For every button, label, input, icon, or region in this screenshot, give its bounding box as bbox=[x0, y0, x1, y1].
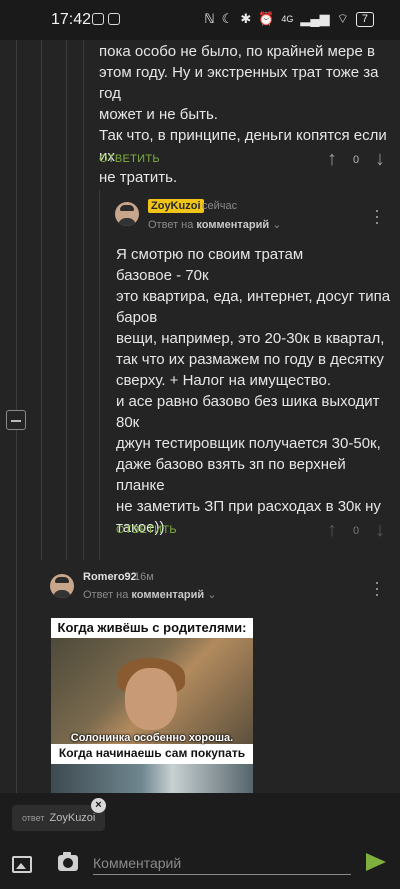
image-icon[interactable] bbox=[12, 856, 32, 873]
comment-line: этом году. Ну и экстренных трат тоже за … bbox=[99, 64, 379, 102]
notification-icon bbox=[108, 13, 120, 25]
comment-line: может и не быть. bbox=[99, 106, 218, 123]
meme-figure-face bbox=[125, 668, 177, 730]
chevron-down-icon: ⌄ bbox=[272, 219, 282, 231]
send-icon[interactable] bbox=[366, 853, 386, 871]
close-icon[interactable]: × bbox=[91, 798, 106, 813]
meme-caption: Когда живёшь с родителями: bbox=[57, 620, 247, 635]
comment-line: сверху. + Налог на имущество. bbox=[116, 372, 332, 389]
notification-icons bbox=[92, 13, 120, 25]
comment-time: сейчас bbox=[202, 200, 238, 212]
wifi-icon: ⌔ bbox=[336, 11, 349, 26]
vote-controls: ↑ 0 ↓ bbox=[321, 148, 391, 171]
reply-button[interactable]: ОТВЕТИТЬ bbox=[99, 153, 160, 165]
nfc-icon: ℕ bbox=[204, 11, 215, 26]
battery-icon: 7 bbox=[355, 11, 374, 27]
comment-line: и асе равно базово без шика выходит bbox=[116, 393, 380, 410]
comment-line: это квартира, еда, интернет, досуг типа bbox=[116, 288, 391, 305]
collapse-thread-button[interactable] bbox=[6, 410, 26, 430]
vote-count: 0 bbox=[352, 153, 360, 166]
alarm-icon: ⏰ bbox=[258, 11, 275, 26]
meme-photo bbox=[51, 764, 253, 793]
comment-line: даже базово взять зп по верхней планке bbox=[116, 456, 346, 494]
thread-line bbox=[99, 190, 100, 560]
vibrate-icon: ✱ bbox=[240, 11, 252, 26]
comment-composer: ответ ZoyKuzoi × bbox=[0, 793, 400, 889]
comment-line: джун тестировщик получается 30-50к, bbox=[116, 435, 381, 452]
status-time: 17:42 bbox=[51, 11, 92, 28]
chevron-down-icon: ⌄ bbox=[207, 589, 217, 601]
comment-line: 80к bbox=[116, 414, 140, 431]
thread-line bbox=[41, 40, 42, 560]
meme-image[interactable]: Когда живёшь с родителями: Солонинка осо… bbox=[51, 618, 253, 793]
author-name[interactable]: ZoyKuzoi bbox=[148, 199, 204, 213]
thread-line bbox=[83, 40, 84, 560]
comment-line: вещи, например, это 20-30к в квартал, bbox=[116, 330, 385, 347]
downvote-icon[interactable]: ↓ bbox=[369, 519, 391, 542]
avatar[interactable] bbox=[115, 202, 139, 226]
more-options-icon[interactable]: · · · bbox=[373, 201, 381, 231]
upvote-icon[interactable]: ↑ bbox=[321, 148, 343, 171]
reply-to-meta[interactable]: Ответ на комментарий ⌄ bbox=[83, 588, 216, 601]
reply-to-meta[interactable]: Ответ на комментарий ⌄ bbox=[148, 218, 281, 231]
comment-line: базовое - 70к bbox=[116, 267, 209, 284]
vote-count: 0 bbox=[352, 524, 360, 537]
moon-icon: ☾ bbox=[221, 11, 234, 26]
signal-icon: ▂▄▆ bbox=[300, 11, 330, 26]
more-options-icon[interactable]: · · · bbox=[373, 573, 381, 603]
comment-time: 16м bbox=[134, 571, 154, 583]
camera-icon[interactable] bbox=[58, 852, 78, 871]
thread-line bbox=[66, 40, 67, 560]
vote-controls: ↑ 0 ↓ bbox=[321, 519, 391, 542]
notification-icon bbox=[92, 13, 104, 25]
status-icons: ℕ ☾ ✱ ⏰ 4G ▂▄▆ ⌔ 7 bbox=[204, 11, 374, 27]
comment-line: баров bbox=[116, 309, 158, 326]
network-type: 4G bbox=[281, 14, 294, 24]
comment-body: Я смотрю по своим тратам базовое - 70к э… bbox=[116, 244, 394, 538]
avatar[interactable] bbox=[50, 574, 74, 598]
upvote-icon[interactable]: ↑ bbox=[321, 519, 343, 542]
author-name[interactable]: Romero92 bbox=[83, 571, 137, 583]
meme-subtitle: Солонинка особенно хороша. bbox=[70, 732, 234, 744]
comment-input[interactable] bbox=[93, 851, 351, 875]
meme-photo: Солонинка особенно хороша. bbox=[51, 638, 253, 744]
comment-line: так что их размажем по году в десятку bbox=[116, 351, 384, 368]
comment-line: не заметить ЗП при расходах в 30к ну bbox=[116, 498, 381, 515]
reply-target-user: ZoyKuzoi bbox=[49, 812, 96, 824]
comment-line: пока особо не было, по крайней мере в bbox=[99, 43, 375, 60]
downvote-icon[interactable]: ↓ bbox=[369, 148, 391, 171]
reply-button[interactable]: ОТВЕТИТЬ bbox=[116, 524, 177, 536]
status-bar: 17:42 ℕ ☾ ✱ ⏰ 4G ▂▄▆ ⌔ 7 bbox=[0, 0, 400, 40]
comment-line: Я смотрю по своим тратам bbox=[116, 246, 304, 263]
